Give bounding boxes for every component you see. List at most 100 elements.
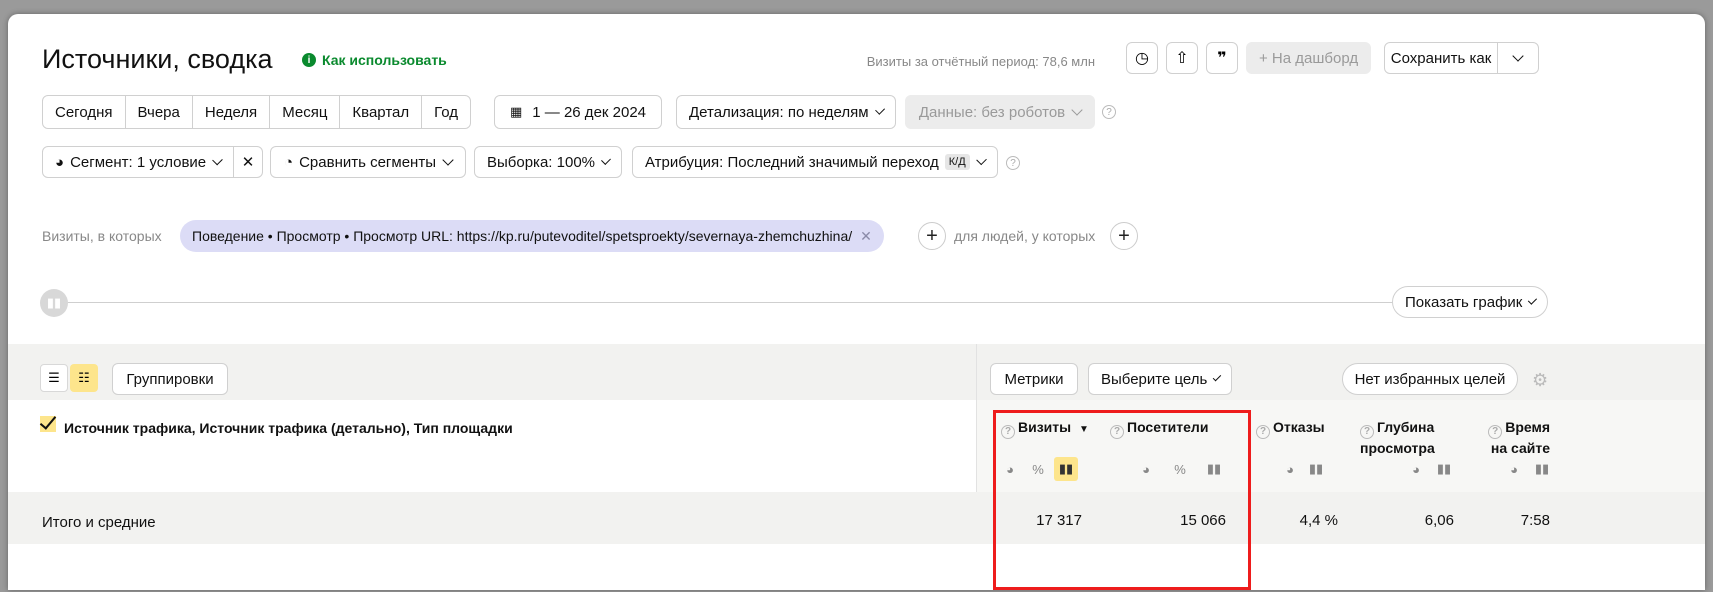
add-people-condition-button[interactable]: + [1110,222,1138,250]
dimension-checkbox[interactable] [40,416,56,432]
attribution-badge: К/Д [944,154,970,170]
close-icon[interactable]: ✕ [860,228,872,245]
detail-dropdown[interactable]: Детализация: по неделям [676,95,896,129]
column-bounce[interactable]: ? Отказы [1256,418,1325,439]
chevron-down-icon [1512,49,1524,62]
filter-condition-label: Поведение • Просмотр • Просмотр URL: htt… [192,228,853,244]
compare-segments-dropdown[interactable]: ◔ Сравнить сегменты [270,146,466,178]
to-dashboard-button[interactable]: + На дашборд [1246,42,1372,74]
people-prefix: для людей, у которых [954,228,1096,244]
sample-label: Выборка: 100% [487,153,595,171]
detail-label: Детализация: по неделям [689,103,869,121]
period-year[interactable]: Год [422,96,470,128]
how-to-use-label: Как использовать [322,52,447,68]
bar-chart-icon[interactable]: ▮▮ [1304,457,1328,481]
column-time-label-1: Время [1505,419,1550,435]
clock-icon: ◷ [1135,50,1149,67]
column-bounce-label: Отказы [1273,419,1325,435]
help-icon[interactable]: ? [1256,424,1270,439]
ai-button[interactable]: ❞ [1206,42,1238,74]
save-as-button[interactable]: Сохранить как [1384,42,1498,74]
goal-dropdown[interactable]: Выберите цель [1088,363,1232,395]
attribution-label: Атрибуция: Последний значимый переход [645,153,939,171]
graph-divider [44,302,1545,303]
period-today[interactable]: Сегодня [43,96,126,128]
data-filter-label: Данные: без роботов [918,103,1066,121]
filter-condition-pill[interactable]: Поведение • Просмотр • Просмотр URL: htt… [180,220,884,252]
column-depth-label-2: просмотра [1360,439,1435,456]
chevron-down-icon [442,153,454,166]
close-icon: ✕ [241,154,255,171]
compare-icon: ◔ [284,153,294,171]
export-button[interactable]: ⇧ [1166,42,1198,74]
quote-icon: ❞ [1217,50,1227,67]
gear-icon[interactable]: ⚙ [1532,370,1548,391]
data-filter-dropdown[interactable]: Данные: без роботов [905,95,1095,129]
app-window: Источники, сводка i Как использовать Виз… [8,14,1705,590]
column-time-label-2: на сайте [1490,439,1550,456]
period-quarter[interactable]: Квартал [340,96,423,128]
segment-dropdown[interactable]: ◕ Сегмент: 1 условие [42,146,234,178]
share-icon: ⇧ [1175,50,1189,67]
column-time[interactable]: ? Время на сайте [1484,418,1550,458]
filter-prefix: Визиты, в которых [42,228,162,244]
column-depth[interactable]: ? Глубина просмотра [1360,418,1450,458]
chevron-down-icon [1528,295,1538,304]
chevron-down-icon [601,154,611,165]
period-selector: Сегодня Вчера Неделя Месяц Квартал Год [42,95,472,129]
list-view-button[interactable]: ☰ [40,364,68,392]
history-button[interactable]: ◷ [1126,42,1158,74]
metrics-button[interactable]: Метрики [990,363,1078,395]
page-title: Источники, сводка [42,44,273,74]
total-time: 7:58 [1520,512,1550,529]
date-range-label: 1 — 26 дек 2024 [532,103,647,121]
chevron-down-icon [212,154,223,165]
pie-chart-icon[interactable]: ◕ [1404,457,1428,481]
visits-period-text: Визиты за отчётный период: 78,6 млн [866,54,1095,69]
chevron-down-icon [1213,372,1222,381]
total-depth: 6,06 [1424,512,1454,529]
how-to-use-link[interactable]: i Как использовать [302,52,447,68]
tree-view-button[interactable]: ☷ [70,364,98,392]
dimension-header: Источник трафика, Источник трафика (дета… [64,420,513,436]
pie-chart-icon[interactable]: ◕ [1502,457,1526,481]
bar-chart-icon: ▮▮ [40,289,68,317]
column-depth-label-1: Глубина [1377,419,1435,435]
show-graph-label: Показать график [1405,293,1523,311]
show-graph-button[interactable]: Показать график [1392,286,1548,318]
chevron-down-icon [874,104,885,115]
save-as-dropdown[interactable] [1497,42,1539,74]
info-icon: i [302,53,316,67]
total-bounce: 4,4 % [1299,512,1338,529]
plus-icon: + [1118,224,1130,247]
date-range-button[interactable]: ▦ 1 — 26 дек 2024 [494,95,662,129]
segment-clear-button[interactable]: ✕ [233,146,263,178]
chevron-down-icon [975,154,987,165]
metrics-toolbar [976,344,1705,400]
help-icon[interactable]: ? [1360,424,1374,439]
bar-chart-icon[interactable]: ▮▮ [1432,457,1456,481]
help-icon[interactable]: ? [1488,424,1503,439]
segment-label: Сегмент: 1 условие [70,153,207,171]
no-favorite-goals-button[interactable]: Нет избранных целей [1342,363,1518,395]
period-month[interactable]: Месяц [270,96,341,128]
groupings-button[interactable]: Группировки [112,363,228,395]
help-icon[interactable]: ? [1102,105,1116,119]
attribution-dropdown[interactable]: Атрибуция: Последний значимый переход К/… [632,146,998,178]
sample-dropdown[interactable]: Выборка: 100% [474,146,622,178]
tree-list-icon: ☷ [78,370,90,385]
bar-chart-icon[interactable]: ▮▮ [1530,457,1554,481]
period-week[interactable]: Неделя [193,96,271,128]
period-yesterday[interactable]: Вчера [126,96,193,128]
pie-chart-icon[interactable]: ◕ [1278,457,1302,481]
add-visit-condition-button[interactable]: + [918,222,946,250]
help-icon[interactable]: ? [1006,156,1020,170]
list-icon: ☰ [48,370,60,385]
compare-label: Сравнить сегменты [299,153,436,171]
totals-label: Итого и средние [42,514,156,531]
goal-label: Выберите цель [1101,370,1208,388]
calendar-icon: ▦ [509,104,523,119]
plus-icon: + [926,224,938,247]
pie-chart-icon: ◕ [55,153,65,171]
chevron-down-icon [1071,103,1083,116]
